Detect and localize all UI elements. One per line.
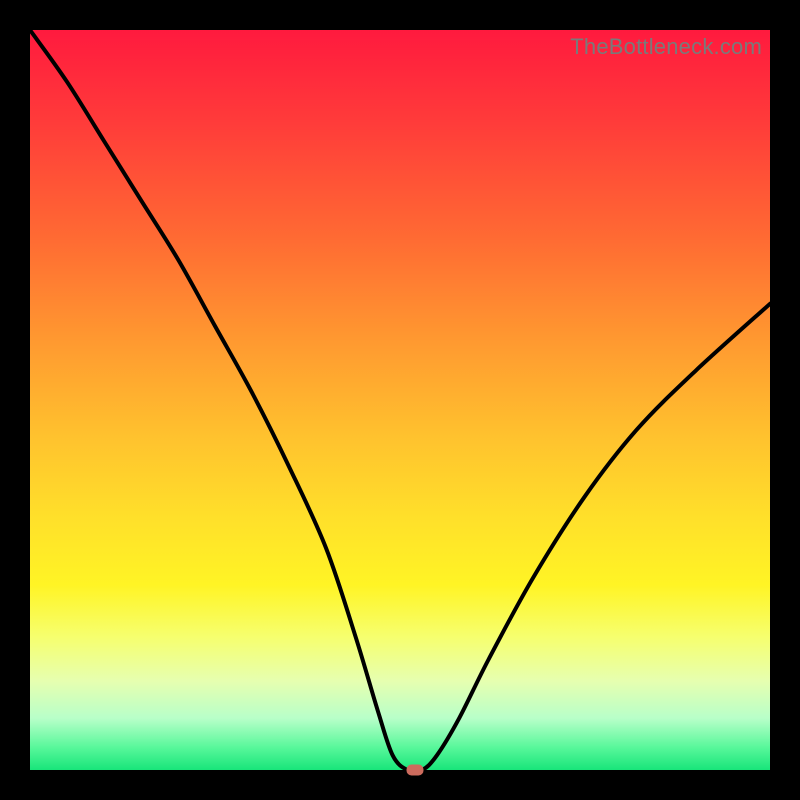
bottleneck-curve bbox=[30, 30, 770, 770]
optimal-point-marker bbox=[406, 765, 423, 776]
chart-frame: TheBottleneck.com bbox=[0, 0, 800, 800]
curve-path bbox=[30, 30, 770, 770]
plot-area: TheBottleneck.com bbox=[30, 30, 770, 770]
